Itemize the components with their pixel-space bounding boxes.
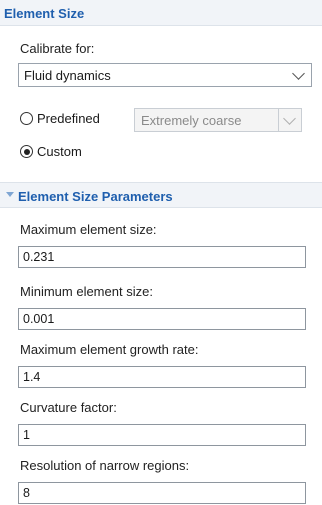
element-size-parameters-title: Element Size Parameters <box>18 189 173 204</box>
chevron-down-icon <box>292 67 305 80</box>
max-element-size-input[interactable]: 0.231 <box>18 246 306 268</box>
predefined-size-value: Extremely coarse <box>141 113 242 128</box>
max-element-size-value: 0.231 <box>23 250 55 264</box>
predefined-radio-icon[interactable] <box>20 112 33 125</box>
narrow-regions-resolution-value: 8 <box>23 486 30 500</box>
max-growth-rate-label: Maximum element growth rate: <box>20 342 199 357</box>
custom-radio-icon[interactable] <box>20 145 33 158</box>
select-divider <box>278 109 279 131</box>
narrow-regions-resolution-input[interactable]: 8 <box>18 482 306 504</box>
predefined-size-select: Extremely coarse <box>134 108 302 132</box>
curvature-factor-value: 1 <box>23 428 30 442</box>
min-element-size-label: Minimum element size: <box>20 284 153 299</box>
min-element-size-value: 0.001 <box>23 312 55 326</box>
max-element-size-label: Maximum element size: <box>20 222 157 237</box>
element-size-header[interactable]: Element Size <box>0 0 322 26</box>
calibrate-for-select[interactable]: Fluid dynamics <box>18 63 312 87</box>
predefined-label: Predefined <box>37 111 100 126</box>
element-size-parameters-header[interactable]: Element Size Parameters <box>0 182 322 208</box>
calibrate-for-value: Fluid dynamics <box>24 68 111 83</box>
max-growth-rate-input[interactable]: 1.4 <box>18 366 306 388</box>
max-growth-rate-value: 1.4 <box>23 370 41 384</box>
narrow-regions-resolution-label: Resolution of narrow regions: <box>20 458 190 473</box>
triangle-down-icon[interactable] <box>6 192 14 197</box>
element-size-title: Element Size <box>4 6 85 21</box>
curvature-factor-input[interactable]: 1 <box>18 424 306 446</box>
custom-label: Custom <box>37 144 82 159</box>
chevron-down-icon <box>283 112 296 125</box>
min-element-size-input[interactable]: 0.001 <box>18 308 306 330</box>
curvature-factor-label: Curvature factor: <box>20 400 117 415</box>
calibrate-for-label: Calibrate for: <box>20 41 95 56</box>
